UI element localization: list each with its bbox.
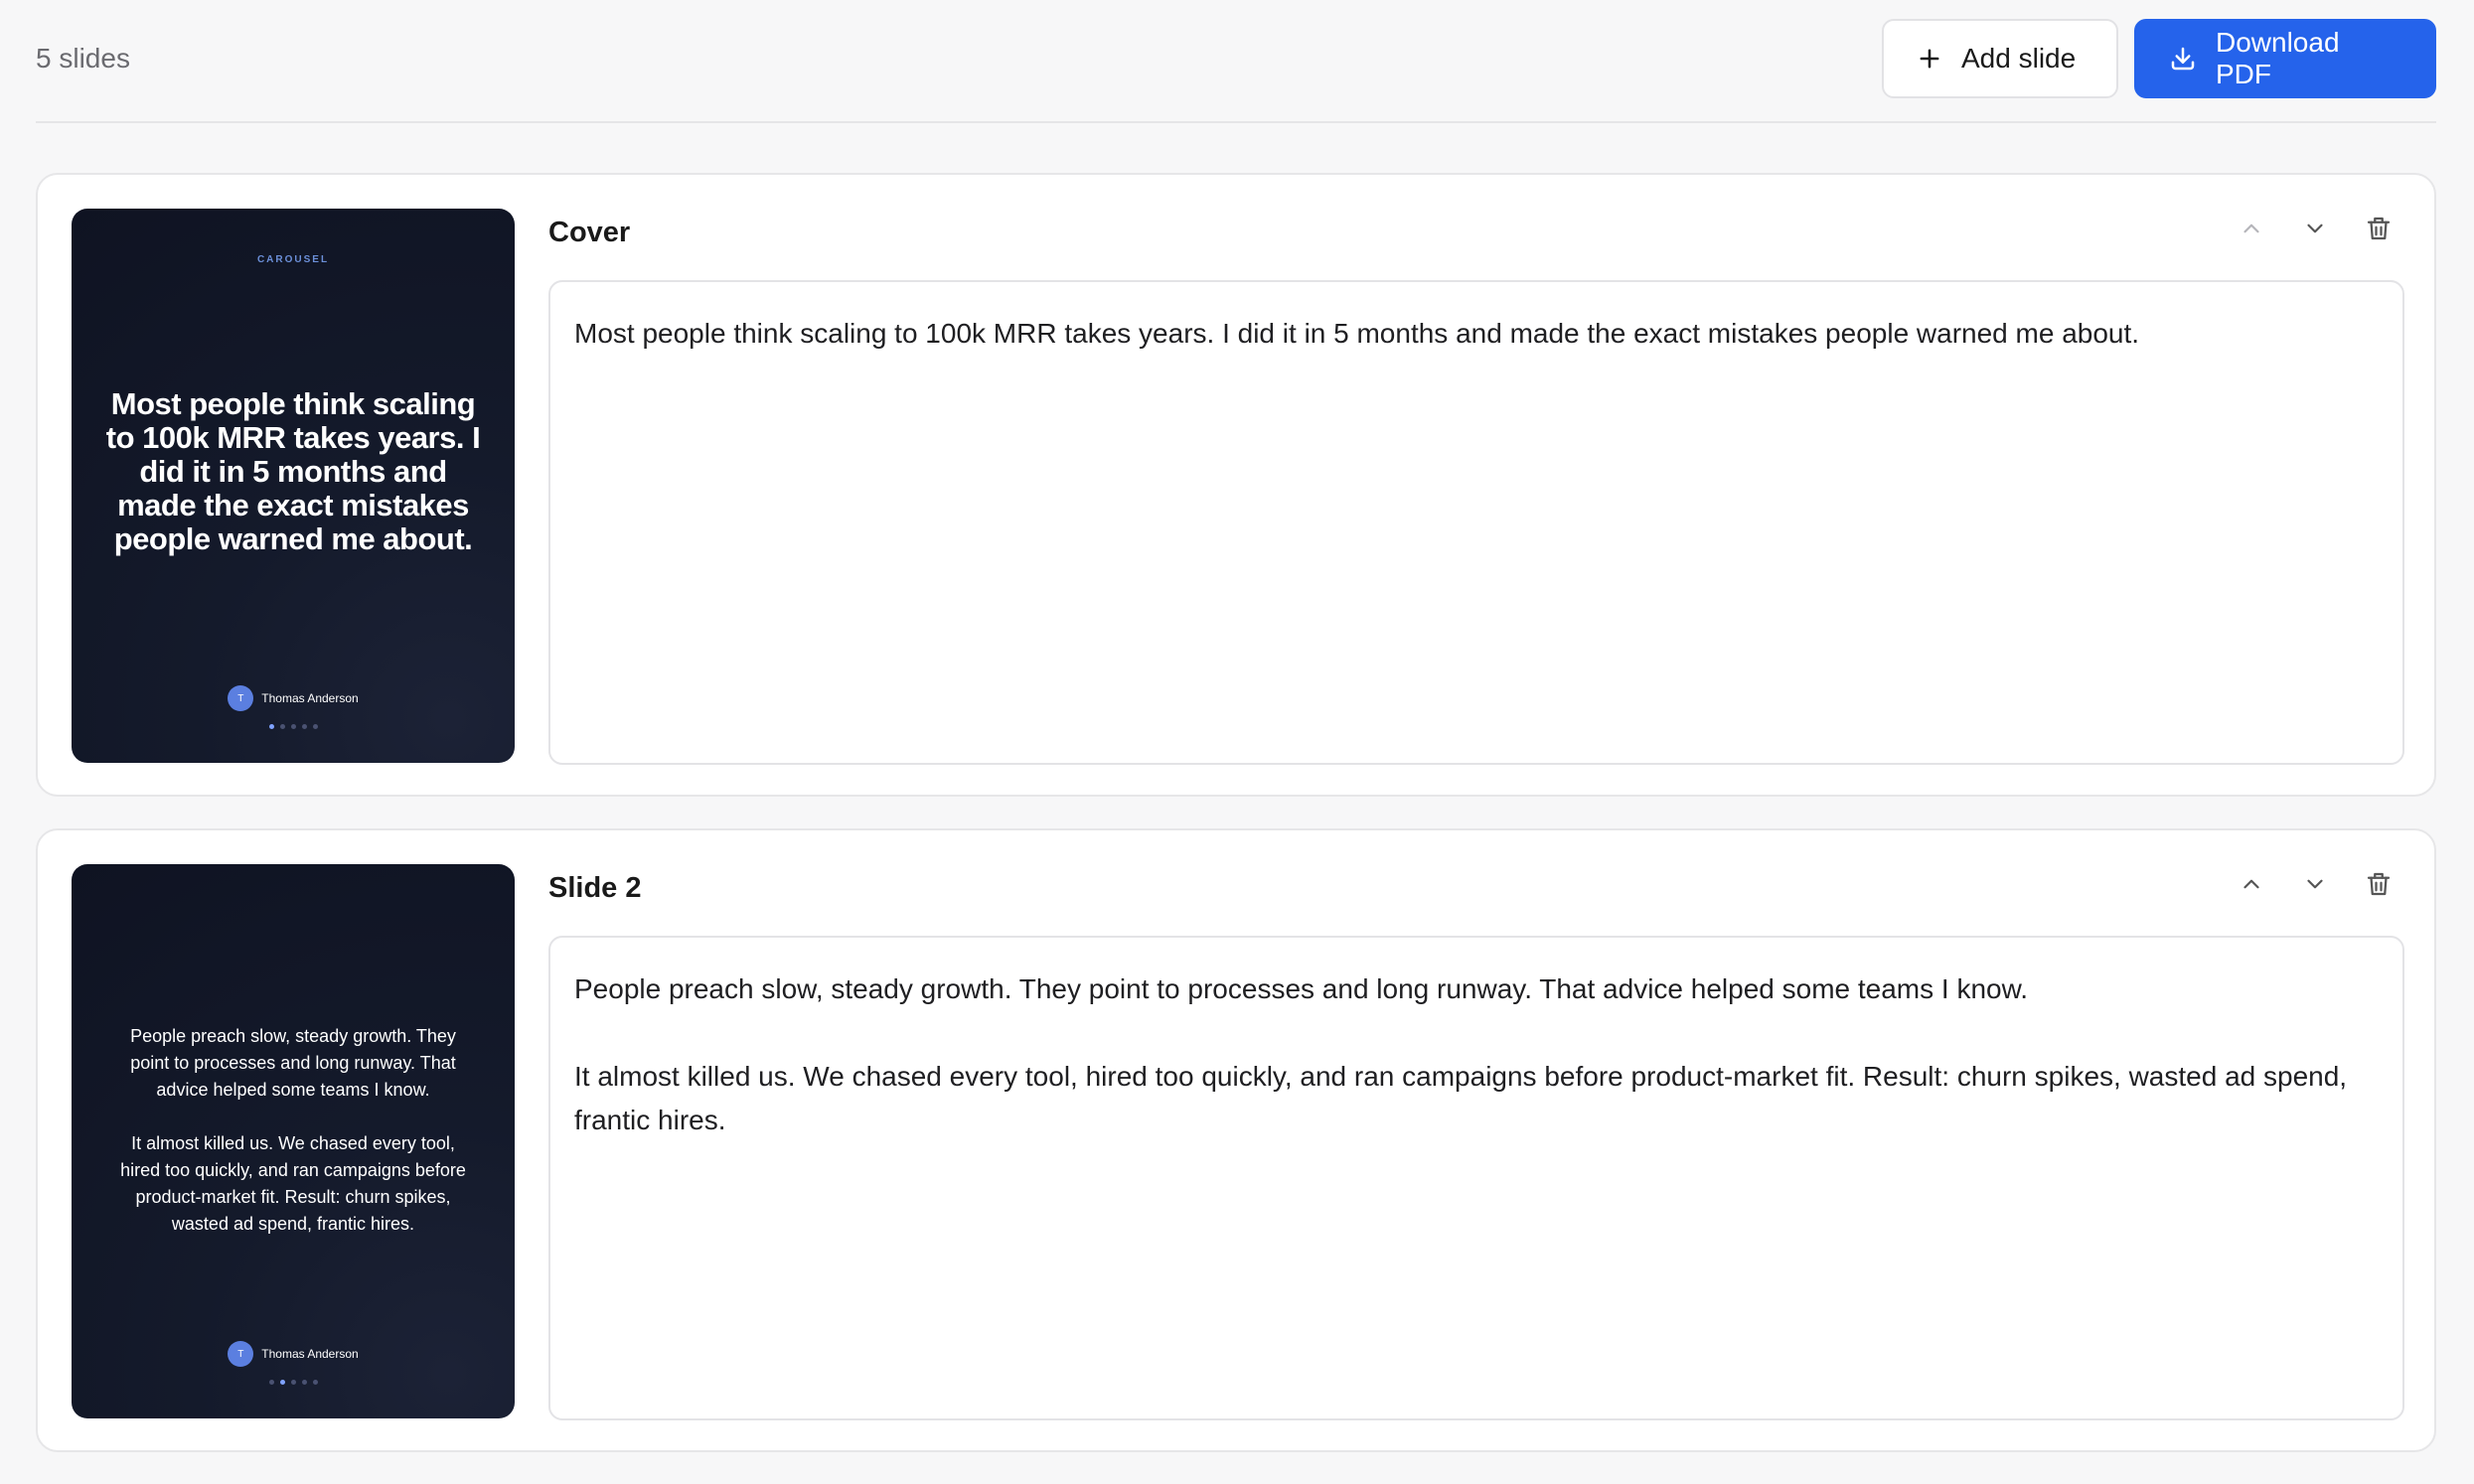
dot [279,724,285,729]
dot [279,1380,285,1385]
add-slide-button[interactable]: Add slide [1882,19,2118,98]
slide-title: Slide 2 [548,872,642,904]
chevron-down-icon [2307,879,2323,889]
move-up-button[interactable] [2236,213,2267,244]
slide-text-editor[interactable]: Most people think scaling to 100k MRR ta… [548,280,2404,765]
chevron-down-icon [2307,223,2323,233]
slide-preview[interactable]: People preach slow, steady growth. They … [72,864,515,1418]
dot [312,724,318,729]
toolbar: 5 slides Add slide Download PDF [36,19,2436,123]
pagination-dots [72,724,515,729]
download-icon [2171,47,2195,71]
slide-preview[interactable]: CAROUSEL Most people think scaling to 10… [72,209,515,763]
dot [290,724,296,729]
plus-icon [1920,49,1939,69]
author-name: Thomas Anderson [261,691,359,705]
toolbar-actions: Add slide Download PDF [1882,19,2436,98]
add-slide-label: Add slide [1961,43,2077,74]
trash-icon [2367,217,2391,240]
author-name: Thomas Anderson [261,1347,359,1361]
dot [312,1380,318,1385]
slide-count: 5 slides [36,43,130,74]
dot [301,724,307,729]
delete-slide-button[interactable] [2363,868,2395,900]
avatar: T [228,685,254,711]
preview-kicker: CAROUSEL [256,254,330,265]
move-up-button[interactable] [2236,868,2267,900]
pagination-dots [72,1380,515,1385]
move-down-button[interactable] [2299,868,2331,900]
dot [301,1380,307,1385]
slide-card-cover: CAROUSEL Most people think scaling to 10… [36,173,2436,797]
avatar: T [228,1341,254,1367]
dot [290,1380,296,1385]
preview-author: T Thomas Anderson [72,1341,515,1367]
delete-slide-button[interactable] [2363,213,2395,244]
slide-text-editor[interactable]: People preach slow, steady growth. They … [548,936,2404,1420]
slide-controls [2236,213,2395,244]
slide-title: Cover [548,217,631,248]
move-down-button[interactable] [2299,213,2331,244]
dot [268,1380,274,1385]
chevron-up-icon [2243,879,2259,889]
chevron-up-icon [2243,223,2259,233]
download-pdf-button[interactable]: Download PDF [2134,19,2436,98]
preview-author: T Thomas Anderson [72,685,515,711]
preview-headline: Most people think scaling to 100k MRR ta… [105,386,481,556]
download-pdf-label: Download PDF [2216,27,2340,89]
preview-body: People preach slow, steady growth. They … [120,1026,466,1234]
dot [268,724,274,729]
slide-controls [2236,868,2395,900]
trash-icon [2367,872,2391,896]
slide-card-2: People preach slow, steady growth. They … [36,828,2436,1452]
